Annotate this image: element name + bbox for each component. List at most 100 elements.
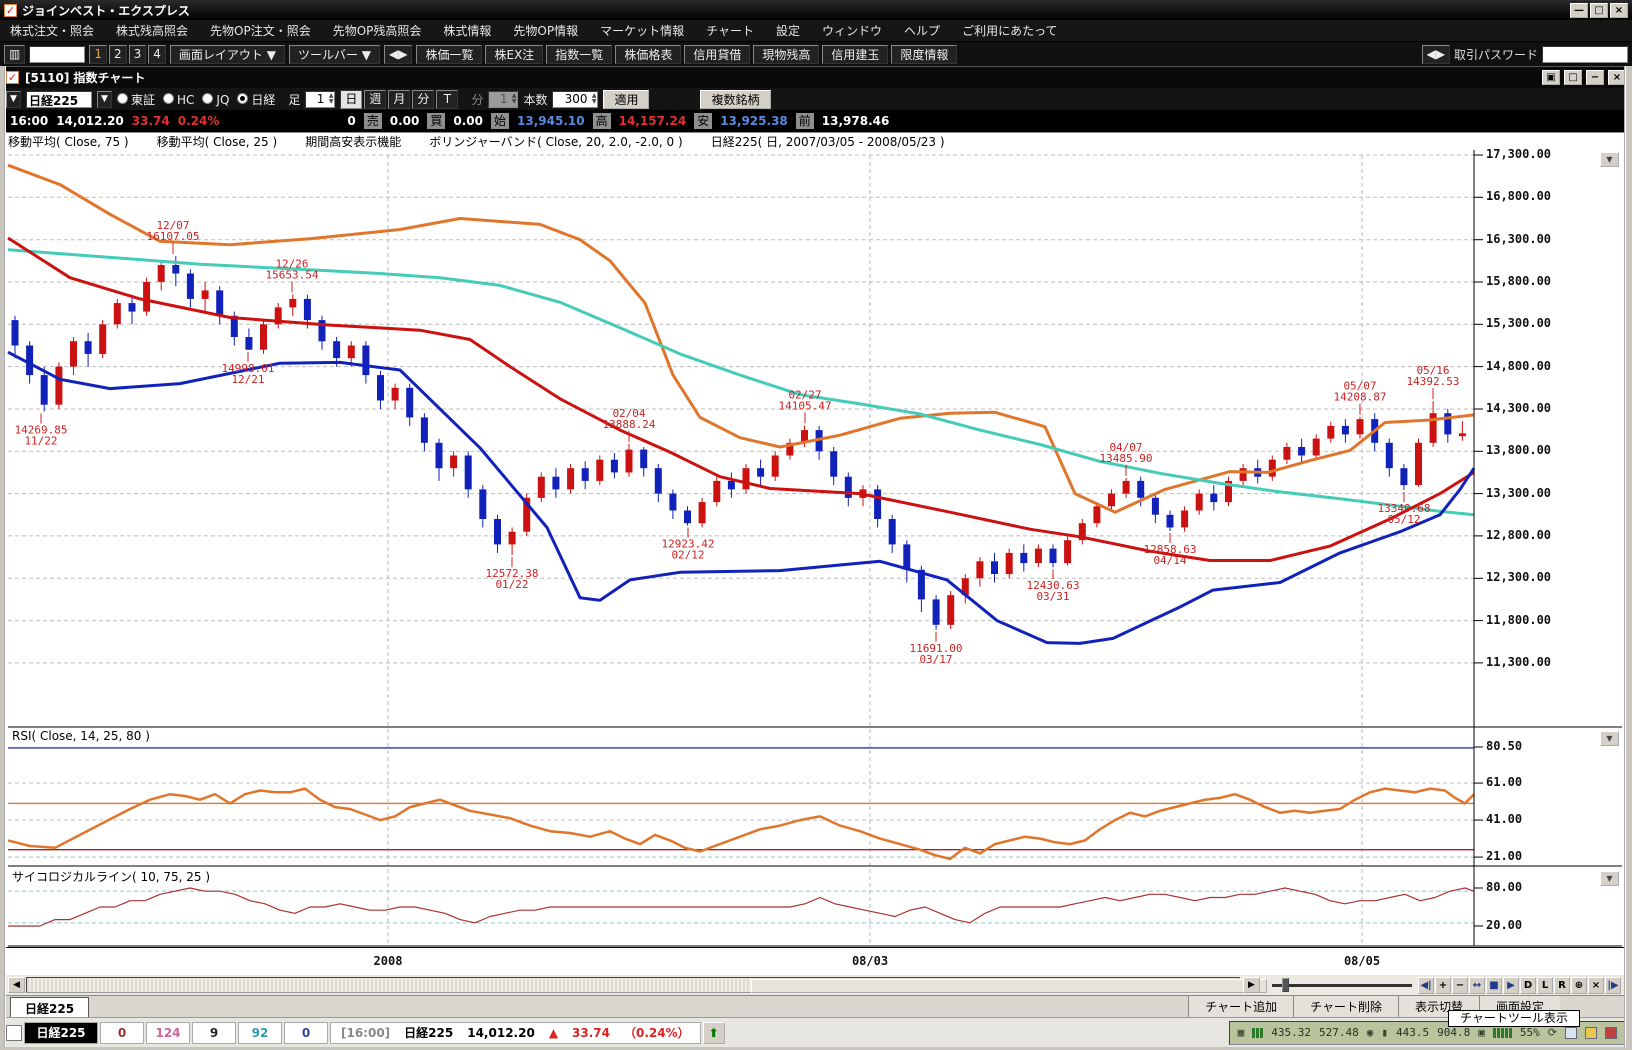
chart-window-button-1[interactable]: □ <box>1564 70 1582 85</box>
status-num3: 443.5 <box>1396 1026 1429 1039</box>
nav-button-1[interactable]: + <box>1435 977 1451 994</box>
period-button-1[interactable]: 週 <box>364 90 386 109</box>
chart-window-button-0[interactable]: ▣ <box>1542 70 1560 85</box>
menu-item-7[interactable]: チャート <box>706 22 754 39</box>
market-radio-3[interactable] <box>237 93 248 104</box>
quick-button-2[interactable]: 指数一覧 <box>546 45 612 64</box>
nav-button-9[interactable]: ⊕ <box>1571 977 1587 994</box>
chart-window-titlebar[interactable]: ✓ [5110] 指数チャート ▣□−× <box>0 66 1632 88</box>
period-button-4[interactable]: T <box>436 90 458 109</box>
record-mini-icon[interactable] <box>1605 1027 1617 1039</box>
legend-item-2[interactable]: 期間高安表示機能 <box>305 133 401 150</box>
nav-button-5[interactable]: ▶ <box>1503 977 1519 994</box>
minimize-icon[interactable]: — <box>1570 3 1588 18</box>
period-button-3[interactable]: 分 <box>412 90 434 109</box>
ticker-checkbox[interactable] <box>6 1025 22 1041</box>
period-button-2[interactable]: 月 <box>388 90 410 109</box>
rsi-pane-dropdown-icon[interactable]: ▼ <box>1600 731 1619 746</box>
nav-button-11[interactable]: |▶ <box>1605 977 1621 994</box>
window-mini-icon[interactable] <box>1565 1027 1577 1039</box>
split-arrows-icon[interactable]: ◀▶ <box>1422 45 1450 64</box>
menu-item-11[interactable]: ご利用にあたって <box>962 22 1057 39</box>
ticker-name[interactable]: 日経225 <box>24 1022 98 1044</box>
apply-button[interactable]: 適用 <box>603 90 649 109</box>
menu-item-10[interactable]: ヘルプ <box>904 22 940 39</box>
status-row: 日経225 01249920 [16:00] 日経225 14,012.20 ▲… <box>0 1017 1632 1047</box>
market-radio-1[interactable] <box>163 93 174 104</box>
page-button-0[interactable]: 1 <box>89 45 107 64</box>
page-button-2[interactable]: 3 <box>129 45 147 64</box>
nav-button-3[interactable]: ↔ <box>1469 977 1485 994</box>
prev-chip: 前 <box>796 113 814 129</box>
restore-icon[interactable]: □ <box>1590 3 1608 18</box>
alert-mini-icon[interactable] <box>1585 1027 1597 1039</box>
multi-symbol-button[interactable]: 複数銘柄 <box>700 90 770 109</box>
symbol-combo-arrow-icon[interactable]: ▼ <box>97 91 112 108</box>
scroll-left-icon[interactable]: ◀ <box>8 977 25 993</box>
y-axis-label: 12,800.00 <box>1486 528 1586 542</box>
split-arrows-icon[interactable]: ◀▶ <box>384 45 412 64</box>
nav-button-7[interactable]: L <box>1537 977 1553 994</box>
market-radio-label-3: 日経 <box>251 93 275 107</box>
bars-stepper[interactable]: 300▲▼ <box>552 91 598 108</box>
main-pane-dropdown-icon[interactable]: ▼ <box>1600 152 1619 167</box>
menu-item-2[interactable]: 先物OP注文・照会 <box>210 22 311 39</box>
ticker-up-icon[interactable]: ⬆ <box>703 1022 725 1044</box>
quick-button-5[interactable]: 現物残高 <box>753 45 819 64</box>
scrollbar-track[interactable] <box>26 977 1240 993</box>
screen-layout-button[interactable]: 画面レイアウト ▼ <box>170 45 285 64</box>
market-radio-0[interactable] <box>117 93 128 104</box>
legend-item-0[interactable]: 移動平均( Close, 75 ) <box>8 133 129 150</box>
tooltip: チャートツール表示 <box>1448 1010 1580 1027</box>
nav-button-6[interactable]: D <box>1520 977 1536 994</box>
scroll-right-icon[interactable]: ▶ <box>1243 977 1260 993</box>
menu-item-5[interactable]: 先物OP情報 <box>513 22 578 39</box>
svg-text:14105.47: 14105.47 <box>779 399 832 412</box>
market-radio-2[interactable] <box>202 93 213 104</box>
zoom-slider-track[interactable] <box>1272 984 1412 987</box>
menu-item-3[interactable]: 先物OP残高照会 <box>333 22 422 39</box>
zoom-slider-handle[interactable] <box>1282 978 1289 992</box>
password-input[interactable] <box>1542 46 1628 63</box>
chart-window-button-2[interactable]: − <box>1586 70 1604 85</box>
menu-item-6[interactable]: マーケット情報 <box>600 22 684 39</box>
layout-grid-icon[interactable]: ▥ <box>4 45 25 64</box>
collapse-icon[interactable]: ▼ <box>6 91 21 108</box>
page-button-3[interactable]: 4 <box>148 45 166 64</box>
quick-button-4[interactable]: 信用貸借 <box>684 45 750 64</box>
chart-canvas[interactable]: 14269.8511/2212/0716107.0514998.0112/211… <box>0 150 1632 947</box>
menu-item-4[interactable]: 株式情報 <box>443 22 491 39</box>
close-icon[interactable]: × <box>1610 3 1628 18</box>
chart-action-button-0[interactable]: チャート追加 <box>1188 996 1293 1017</box>
psych-pane-dropdown-icon[interactable]: ▼ <box>1600 871 1619 886</box>
quick-button-7[interactable]: 限度情報 <box>891 45 957 64</box>
nav-button-2[interactable]: − <box>1452 977 1468 994</box>
nav-button-8[interactable]: R <box>1554 977 1570 994</box>
symbol-combo[interactable]: 日経225 <box>26 91 92 108</box>
chart-region[interactable]: 14269.8511/2212/0716107.0514998.0112/211… <box>0 150 1632 947</box>
scrollbar-thumb[interactable] <box>751 979 1267 993</box>
quick-button-0[interactable]: 株価一覧 <box>416 45 482 64</box>
interval-stepper[interactable]: 1▲▼ <box>305 91 335 108</box>
page-button-1[interactable]: 2 <box>109 45 127 64</box>
menu-item-8[interactable]: 設定 <box>776 22 800 39</box>
tab-nikkei225[interactable]: 日経225 <box>10 997 89 1017</box>
toolbar-input[interactable] <box>29 46 85 63</box>
toolbar-dropdown-button[interactable]: ツールバー ▼ <box>289 45 380 64</box>
quick-button-3[interactable]: 株価格表 <box>615 45 681 64</box>
quick-button-1[interactable]: 株EX注 <box>485 45 543 64</box>
quick-button-6[interactable]: 信用建玉 <box>822 45 888 64</box>
nav-button-4[interactable]: ■ <box>1486 977 1502 994</box>
refresh-icon[interactable]: ⟳ <box>1548 1026 1557 1039</box>
nav-button-0[interactable]: ◀| <box>1418 977 1434 994</box>
menu-item-1[interactable]: 株式残高照会 <box>116 22 188 39</box>
legend-item-4[interactable]: 日経225( 日, 2007/03/05 - 2008/05/23 ) <box>711 133 945 150</box>
menu-item-0[interactable]: 株式注文・照会 <box>10 22 94 39</box>
chart-action-button-1[interactable]: チャート削除 <box>1293 996 1398 1017</box>
chart-controls: ▼ 日経225 ▼ 東証HCJQ日経 足 1▲▼ 日週月分T 分 1▲▼ 本数 … <box>0 88 1632 110</box>
legend-item-3[interactable]: ボリンジャーバンド( Close, 20, 2.0, -2.0, 0 ) <box>429 133 682 150</box>
period-button-0[interactable]: 日 <box>340 90 362 109</box>
legend-item-1[interactable]: 移動平均( Close, 25 ) <box>157 133 278 150</box>
menu-item-9[interactable]: ウィンドウ <box>822 22 882 39</box>
nav-button-10[interactable]: × <box>1588 977 1604 994</box>
